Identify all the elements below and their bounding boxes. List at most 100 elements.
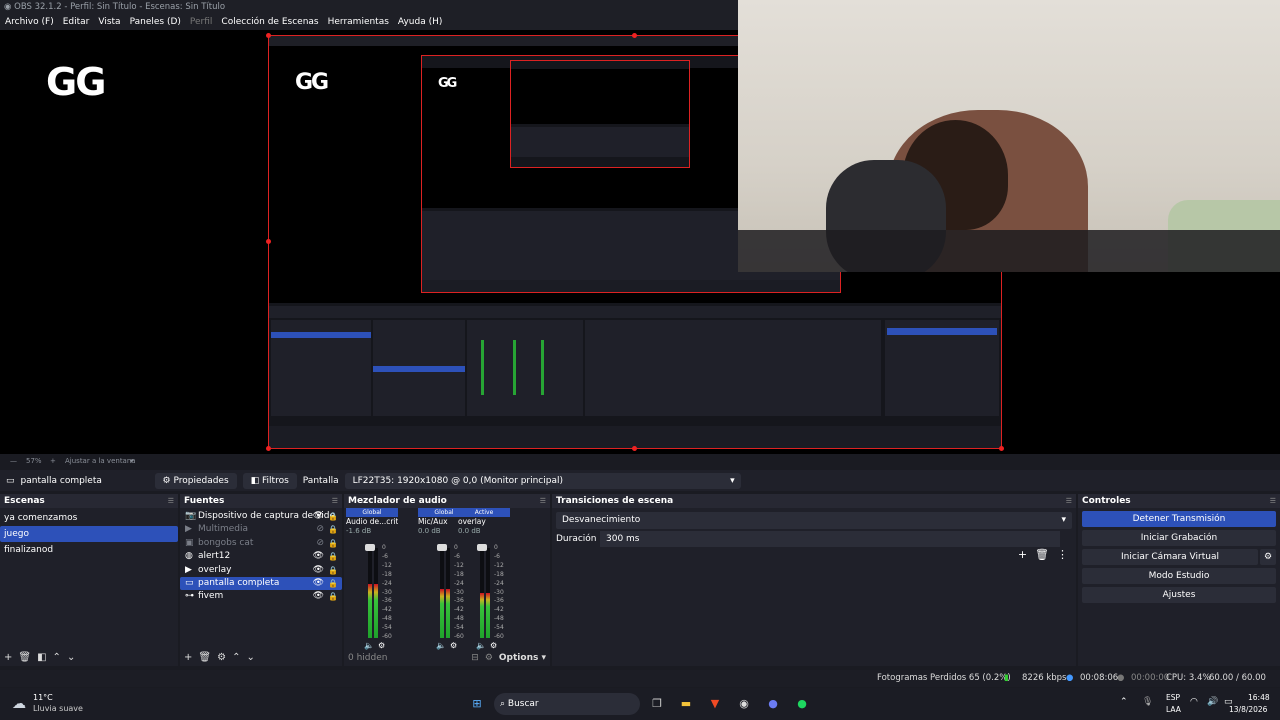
studio-mode-button[interactable]: Modo Estudio [1082,568,1276,584]
gear-icon[interactable]: ⚙ [217,650,226,666]
file-explorer-icon[interactable]: ▬ [678,696,694,712]
add-icon[interactable]: + [184,650,192,666]
move-up-icon[interactable]: ⌃ [53,650,61,666]
stop-stream-button[interactable]: Detener Transmisión [1082,511,1276,527]
channel-settings-icon[interactable]: ⚙ [378,641,385,650]
menu-ayuda[interactable]: Ayuda (H) [398,14,442,30]
properties-button[interactable]: ⚙ Propiedades [154,472,237,489]
lock-icon[interactable]: 🔒 [328,550,338,563]
windows-start-icon[interactable]: ⊞ [469,696,485,712]
menu-herramientas[interactable]: Herramientas [328,14,389,30]
source-item[interactable]: ▶ overlay 👁 🔒 [180,564,342,577]
brave-browser-icon[interactable]: ▼ [707,696,723,712]
menu-coleccion-escenas[interactable]: Colección de Escenas [221,14,318,30]
menu-perfil[interactable]: Perfil [190,14,213,30]
volume-icon[interactable]: 🔊 [1207,697,1218,707]
channel-name[interactable]: Audio de...critorio [346,517,398,527]
eye-icon[interactable]: 👁 [313,550,324,563]
filter-icon[interactable]: ◧ [37,650,46,666]
eye-icon[interactable]: 👁 [313,510,324,523]
microphone-icon[interactable]: 🎙 [1142,697,1153,707]
dock-menu-icon[interactable]: ☰ [1066,494,1072,508]
add-icon[interactable]: + [4,650,12,666]
zoom-plus-button[interactable]: + [50,454,56,468]
mixer-options-button[interactable]: Options ▾ [499,650,546,666]
lock-icon[interactable]: 🔒 [328,510,338,523]
layout-icon[interactable]: ⊟ [471,650,479,666]
transform-handle[interactable] [266,239,271,244]
discord-icon[interactable]: ● [765,696,781,712]
move-up-icon[interactable]: ⌃ [232,650,240,666]
task-view-icon[interactable]: ❐ [649,696,665,712]
menu-paneles[interactable]: Paneles (D) [130,14,181,30]
channel-settings-icon[interactable]: ⚙ [450,641,457,650]
channel-settings-icon[interactable]: ⚙ [490,641,497,650]
menu-archivo[interactable]: Archivo (F) [5,14,54,30]
start-virtual-camera-button[interactable]: Iniciar Cámara Virtual [1082,549,1258,565]
source-item[interactable]: ▣ bongobs cat ⊘ 🔒 [180,537,342,550]
transform-handle[interactable] [266,33,271,38]
menu-editar[interactable]: Editar [63,14,90,30]
lock-icon[interactable]: 🔒 [328,590,338,603]
eye-icon[interactable]: 👁 [313,590,324,603]
zoom-dropdown-icon[interactable]: ▾ [130,454,134,468]
trash-icon[interactable]: 🗑 [1035,548,1049,561]
obs-app-icon[interactable]: ◉ [736,696,752,712]
transform-handle[interactable] [632,33,637,38]
source-item[interactable]: 📷 Dispositivo de captura de vide 👁 🔒 [180,510,342,523]
more-icon[interactable]: ⋮ [1057,548,1068,561]
lock-icon[interactable]: 🔒 [328,577,338,590]
virtual-camera-settings-icon[interactable]: ⚙ [1260,549,1276,565]
taskbar-search[interactable]: ⌕ Buscar [494,693,640,715]
volume-slider-handle[interactable] [365,544,375,551]
weather-icon[interactable]: ☁ [12,696,26,712]
scene-item[interactable]: ya comenzamos [0,510,178,526]
transform-handle[interactable] [999,446,1004,451]
display-select[interactable]: LF22T35: 1920x1080 @ 0,0 (Monitor princi… [344,472,741,489]
spotify-icon[interactable]: ● [794,696,810,712]
trash-icon[interactable]: 🗑 [18,650,31,666]
scene-item[interactable]: finalizanod [0,542,178,558]
language-bottom[interactable]: LAA [1166,705,1181,714]
move-down-icon[interactable]: ⌄ [246,650,254,666]
transition-select[interactable]: Desvanecimiento ▾ [556,512,1072,529]
duration-input[interactable]: 300 ms [600,531,1060,547]
channel-tab[interactable]: Active [458,508,510,517]
menu-vista[interactable]: Vista [98,14,120,30]
channel-name[interactable]: overlay [458,517,510,527]
start-recording-button[interactable]: Iniciar Grabación [1082,530,1276,546]
source-item[interactable]: ⊶ fivem 👁 🔒 [180,590,342,603]
mixer-settings-icon[interactable]: ⚙ [485,650,493,666]
dock-menu-icon[interactable]: ☰ [1270,494,1276,508]
dock-menu-icon[interactable]: ☰ [168,494,174,508]
zoom-fit-button[interactable]: Ajustar a la ventana [65,454,136,468]
volume-slider-handle[interactable] [437,544,447,551]
eye-icon[interactable]: 👁 [313,564,324,577]
source-item[interactable]: ▶ Multimedia ⊘ 🔒 [180,523,342,536]
eye-off-icon[interactable]: ⊘ [316,523,324,536]
settings-button[interactable]: Ajustes [1082,587,1276,603]
clock-date[interactable]: 13/8/2026 [1229,705,1267,714]
clock-time[interactable]: 16:48 [1248,693,1270,702]
wifi-icon[interactable]: ◠ [1190,697,1198,707]
dock-menu-icon[interactable]: ☰ [540,494,546,508]
source-item[interactable]: ◍ alert12 👁 🔒 [180,550,342,563]
transform-handle[interactable] [632,446,637,451]
trash-icon[interactable]: 🗑 [198,650,211,666]
add-icon[interactable]: + [1018,548,1027,561]
scene-item[interactable]: juego [0,526,178,542]
lock-icon[interactable]: 🔒 [328,537,338,550]
speaker-icon[interactable]: 🔈 [364,641,374,650]
tray-chevron-up-icon[interactable]: ⌃ [1120,697,1128,707]
volume-slider-handle[interactable] [477,544,487,551]
move-down-icon[interactable]: ⌄ [67,650,75,666]
transform-handle[interactable] [266,446,271,451]
lock-icon[interactable]: 🔒 [328,564,338,577]
zoom-minus-button[interactable]: — [10,454,17,468]
speaker-icon[interactable]: 🔈 [476,641,486,650]
language-top[interactable]: ESP [1166,693,1180,702]
lock-icon[interactable]: 🔒 [328,523,338,536]
eye-off-icon[interactable]: ⊘ [316,537,324,550]
eye-icon[interactable]: 👁 [313,577,324,590]
dock-menu-icon[interactable]: ☰ [332,494,338,508]
